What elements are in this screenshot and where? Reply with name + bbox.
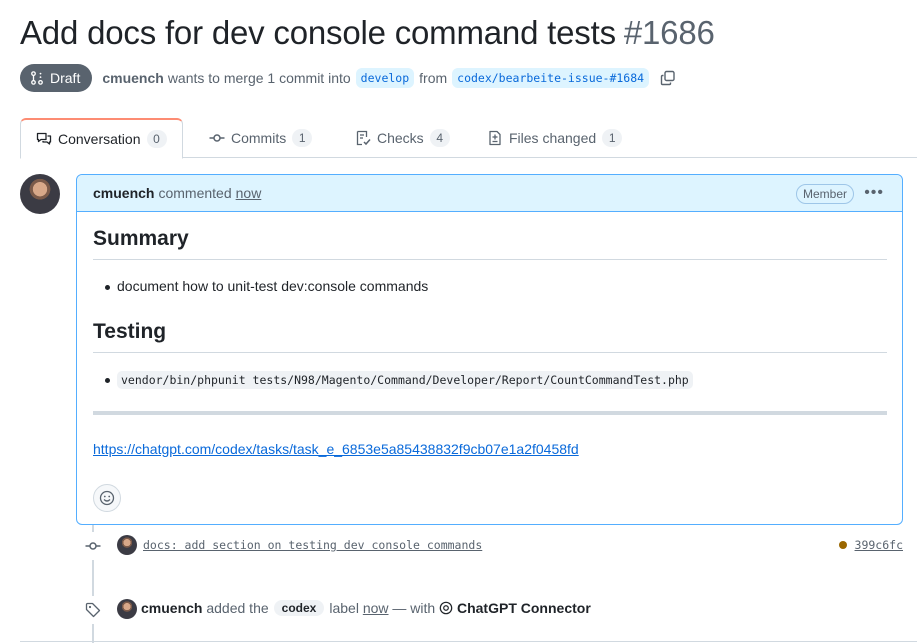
tab-conversation-count: 0 <box>146 130 167 148</box>
summary-heading: Summary <box>93 227 887 260</box>
pr-tabs: Conversation 0 Commits 1 Checks 4 Files … <box>20 118 917 159</box>
base-branch[interactable]: develop <box>355 68 415 88</box>
member-badge: Member <box>795 184 854 204</box>
event-text-added: added the <box>206 600 269 616</box>
comment-body: Summary document how to unit-test dev:co… <box>93 227 887 459</box>
task-link[interactable]: https://chatgpt.com/codex/tasks/task_e_6… <box>93 441 579 457</box>
tab-commits-label: Commits <box>231 130 287 146</box>
event-time[interactable]: now <box>363 600 389 616</box>
kebab-menu-icon[interactable]: ••• <box>864 184 884 202</box>
label-badge[interactable]: codex <box>273 600 325 616</box>
openai-logo-icon <box>439 601 453 615</box>
tab-files-changed[interactable]: Files changed 1 <box>487 118 623 158</box>
comment-author[interactable]: cmuench <box>93 185 154 201</box>
tab-files-changed-count: 1 <box>602 129 623 147</box>
status-label: Draft <box>50 70 81 86</box>
git-commit-icon <box>85 542 101 550</box>
timeline-commit-item <box>79 532 107 560</box>
tab-checks-count: 4 <box>429 129 450 147</box>
file-diff-icon <box>489 130 501 146</box>
divider <box>93 411 887 415</box>
timeline-label-item <box>79 596 107 624</box>
pr-number: #1686 <box>623 14 715 51</box>
list-item: document how to unit-test dev:console co… <box>93 278 887 294</box>
status-badge: Draft <box>20 64 93 92</box>
event-text-label: label <box>329 600 359 616</box>
git-commit-icon <box>209 134 225 142</box>
avatar[interactable] <box>20 174 60 214</box>
summary-list: document how to unit-test dev:console co… <box>93 278 887 294</box>
check-pending-icon[interactable] <box>838 541 847 549</box>
tab-files-changed-label: Files changed <box>509 130 597 146</box>
event-text-with: — with <box>392 600 436 616</box>
pr-title: Add docs for dev console command tests #1… <box>20 14 715 52</box>
comment-discussion-icon <box>36 132 52 145</box>
divider <box>20 641 917 642</box>
comment-header: cmuench commented now Member ••• <box>77 175 902 212</box>
copy-icon <box>660 70 675 86</box>
commit-message-link[interactable]: docs: add section on testing dev console… <box>143 538 482 552</box>
avatar[interactable] <box>117 535 137 555</box>
comment-box: cmuench commented now Member ••• Summary… <box>76 174 903 525</box>
list-item: vendor/bin/phpunit tests/N98/Magento/Com… <box>93 371 887 389</box>
tab-commits-count: 1 <box>292 129 313 147</box>
tag-icon <box>85 602 101 618</box>
pr-author[interactable]: cmuench <box>102 70 163 86</box>
copy-branch-button[interactable] <box>660 70 676 86</box>
testing-list: vendor/bin/phpunit tests/N98/Magento/Com… <box>93 371 887 389</box>
tab-conversation-label: Conversation <box>58 131 141 147</box>
from-text: from <box>419 70 448 86</box>
smiley-icon <box>99 490 115 506</box>
event-actor[interactable]: cmuench <box>141 600 202 616</box>
commit-sha-link[interactable]: 399c6fc <box>855 538 903 552</box>
tab-checks-label: Checks <box>377 130 424 146</box>
label-event: cmuench added the codex label now — with… <box>141 600 591 616</box>
avatar[interactable] <box>117 599 137 619</box>
tab-checks[interactable]: Checks 4 <box>355 118 450 158</box>
tab-commits[interactable]: Commits 1 <box>209 118 313 158</box>
comment-action: commented <box>158 185 232 201</box>
add-reaction-button[interactable] <box>93 484 121 512</box>
head-branch[interactable]: codex/bearbeite-issue-#1684 <box>452 68 650 88</box>
comment-time[interactable]: now <box>236 185 262 201</box>
git-pull-request-draft-icon <box>31 71 43 85</box>
event-app[interactable]: ChatGPT Connector <box>457 600 591 616</box>
tab-conversation[interactable]: Conversation 0 <box>20 118 183 159</box>
commit-sha: 399c6fc <box>838 538 903 552</box>
testing-heading: Testing <box>93 320 887 353</box>
pr-meta: Draft cmuench wants to merge 1 commit in… <box>20 64 676 92</box>
testing-command: vendor/bin/phpunit tests/N98/Magento/Com… <box>117 371 693 389</box>
merge-text: wants to merge 1 commit into <box>167 70 351 86</box>
checklist-icon <box>356 130 371 146</box>
pr-title-text: Add docs for dev console command tests <box>20 14 616 51</box>
